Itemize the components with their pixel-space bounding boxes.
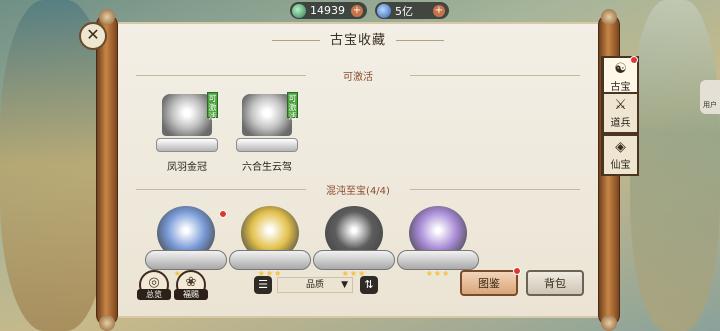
treasure-item-liuhe[interactable]: 可激活 六合生云驾 xyxy=(231,92,303,173)
quality-select-value: 品质 xyxy=(306,280,325,290)
add-gem-icon[interactable]: + xyxy=(433,4,445,17)
list-filter-button[interactable]: ☰ xyxy=(254,276,272,294)
chaos-treasure-4[interactable]: ★★★ xyxy=(397,206,479,278)
blessing-label: 福赐 xyxy=(174,289,208,300)
immortal-treasure-icon: ◈ xyxy=(615,139,626,155)
bag-button[interactable]: 背包 xyxy=(526,270,584,296)
jade-resource: 14939 + xyxy=(290,2,367,19)
tab-immortal-treasure[interactable]: ◈ 仙宝 xyxy=(601,134,639,176)
user-label: 用户 xyxy=(703,101,717,109)
overview-icon: ◎ xyxy=(148,275,160,290)
blessing-button[interactable]: ❀ 福赐 xyxy=(174,270,208,300)
overview-label: 总览 xyxy=(137,289,171,300)
treasure-pedestal: 可激活 xyxy=(156,92,218,152)
treasure-item-fengyu[interactable]: 可激活 凤羽金冠 xyxy=(151,92,223,173)
section-chaos: 混沌至宝(4/4) xyxy=(136,182,580,197)
sort-icon: ⇅ xyxy=(364,278,374,291)
gem-icon xyxy=(377,3,391,18)
tab-label: 道兵 xyxy=(610,118,631,129)
quality-select[interactable]: 品质 ▼ xyxy=(277,277,353,293)
jade-icon xyxy=(292,3,306,18)
add-jade-icon[interactable]: + xyxy=(351,4,363,17)
tab-weapon[interactable]: ⚔ 道兵 xyxy=(601,92,639,134)
sort-button[interactable]: ⇅ xyxy=(360,276,378,294)
section-activatable: 可激活 xyxy=(136,68,580,83)
list-icon: ☰ xyxy=(258,278,268,291)
carriage-icon xyxy=(242,94,292,136)
page-title: 古宝收藏 xyxy=(116,29,600,48)
close-icon: ✕ xyxy=(86,25,100,44)
codex-button[interactable]: 图鉴 xyxy=(460,270,518,296)
resource-bar: 14939 + 5亿 + xyxy=(290,2,449,19)
gem-value: 5亿 xyxy=(395,4,413,18)
section-chaos-label: 混沌至宝(4/4) xyxy=(326,186,390,197)
activatable-badge: 可激活 xyxy=(287,92,298,121)
blessing-icon: ❀ xyxy=(185,275,197,290)
treasure-name: 凤羽金冠 xyxy=(167,162,207,173)
jade-value: 14939 xyxy=(310,4,345,17)
treasure-pedestal: 可激活 xyxy=(236,92,298,152)
chevron-down-icon: ▼ xyxy=(341,280,348,290)
background-right xyxy=(630,0,720,331)
notification-dot xyxy=(630,56,638,64)
tab-label: 古宝 xyxy=(610,82,631,93)
activatable-badge: 可激活 xyxy=(207,92,218,121)
scroll-roller-left xyxy=(96,9,118,331)
gem-resource: 5亿 + xyxy=(375,2,449,19)
close-button[interactable]: ✕ xyxy=(79,22,107,50)
overview-button[interactable]: ◎ 总览 xyxy=(137,270,171,300)
bag-label: 背包 xyxy=(544,277,566,290)
codex-label: 图鉴 xyxy=(478,277,500,290)
weapon-icon: ⚔ xyxy=(614,97,627,113)
notification-dot xyxy=(513,267,521,275)
chaos-treasure-3[interactable]: ★★★ xyxy=(313,206,395,278)
treasure-name: 六合生云驾 xyxy=(242,162,292,173)
chaos-treasure-2[interactable]: ★★★ xyxy=(229,206,311,278)
tab-label: 仙宝 xyxy=(610,160,631,171)
chaos-treasure-1[interactable]: ★★★ xyxy=(145,206,227,278)
user-center-button[interactable]: 用户 xyxy=(700,80,720,114)
section-activatable-label: 可激活 xyxy=(343,72,373,83)
notification-dot xyxy=(219,210,227,218)
crown-icon xyxy=(162,94,212,136)
